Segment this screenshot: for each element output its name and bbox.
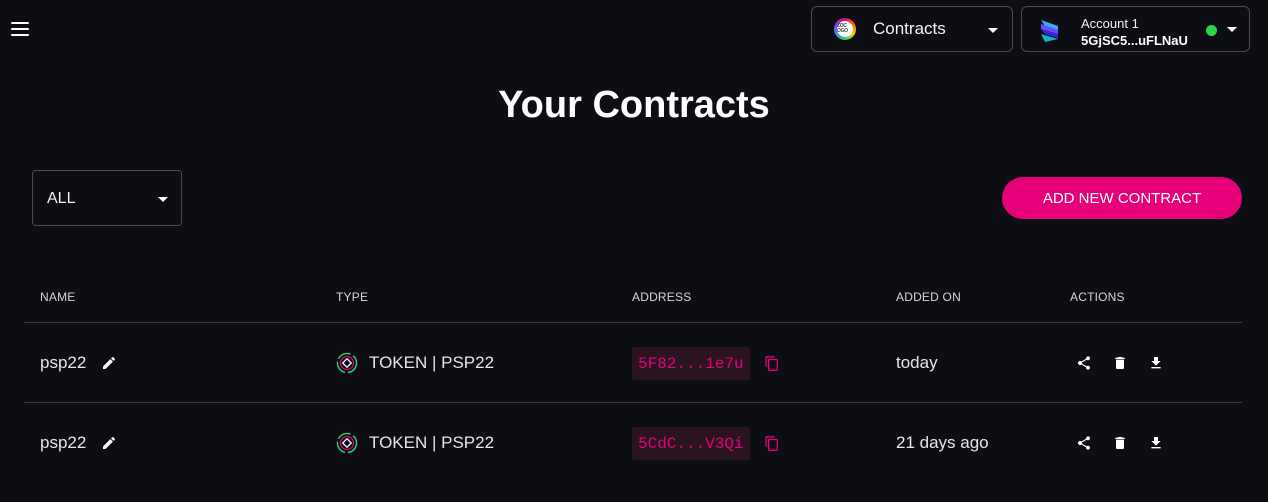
chevron-down-icon bbox=[158, 197, 168, 202]
address-text: 5F82...1e7u bbox=[638, 354, 744, 373]
account-address: 5GjSC5...uFLNaU bbox=[1081, 33, 1188, 48]
network-label: Contracts bbox=[873, 19, 946, 38]
token-type-icon bbox=[336, 352, 358, 374]
share-icon[interactable] bbox=[1076, 355, 1092, 371]
delete-icon[interactable] bbox=[1112, 355, 1128, 371]
delete-icon[interactable] bbox=[1112, 435, 1128, 451]
column-header-address: ADDRESS bbox=[632, 290, 692, 304]
network-logo: ZOC OGO bbox=[834, 18, 856, 40]
account-name: Account 1 bbox=[1081, 16, 1139, 31]
contract-type: TOKEN | PSP22 bbox=[369, 433, 495, 452]
contract-name: psp22 bbox=[40, 353, 87, 372]
menu-icon[interactable] bbox=[10, 20, 30, 38]
chevron-down-icon bbox=[988, 28, 998, 33]
table-header: NAME TYPE ADDRESS ADDED ON ACTIONS bbox=[24, 262, 1242, 323]
add-new-contract-button[interactable]: ADD NEW CONTRACT bbox=[1002, 177, 1242, 219]
contract-type: TOKEN | PSP22 bbox=[369, 353, 495, 372]
page-title: Your Contracts bbox=[498, 84, 770, 126]
contract-address: 5F82...1e7u bbox=[632, 347, 750, 380]
network-select[interactable]: ZOC OGO Contracts bbox=[811, 6, 1013, 52]
table-row: psp22 TOKEN | PSP22 5F82...1e7u today bbox=[24, 323, 1242, 403]
filter-value: ALL bbox=[47, 190, 76, 207]
address-text: 5CdC...V3Qi bbox=[638, 434, 744, 453]
copy-icon[interactable] bbox=[764, 355, 780, 372]
account-logo-icon bbox=[1041, 20, 1058, 42]
copy-icon[interactable] bbox=[764, 435, 780, 452]
added-on: 21 days ago bbox=[896, 433, 989, 452]
contract-name: psp22 bbox=[40, 433, 87, 452]
table-row: psp22 TOKEN | PSP22 5CdC...V3Qi 21 days … bbox=[24, 403, 1242, 483]
connection-status-dot bbox=[1206, 25, 1217, 36]
share-icon[interactable] bbox=[1076, 435, 1092, 451]
edit-icon[interactable] bbox=[101, 435, 117, 451]
token-type-icon bbox=[336, 432, 358, 454]
contracts-table: NAME TYPE ADDRESS ADDED ON ACTIONS psp22… bbox=[24, 262, 1242, 483]
edit-icon[interactable] bbox=[101, 355, 117, 371]
added-on: today bbox=[896, 353, 938, 372]
type-filter-select[interactable]: ALL bbox=[32, 170, 182, 226]
column-header-added-on: ADDED ON bbox=[896, 290, 961, 304]
download-icon[interactable] bbox=[1148, 435, 1164, 451]
download-icon[interactable] bbox=[1148, 355, 1164, 371]
chevron-down-icon bbox=[1227, 27, 1237, 32]
column-header-name: NAME bbox=[40, 290, 76, 304]
column-header-type: TYPE bbox=[336, 290, 369, 304]
contract-address: 5CdC...V3Qi bbox=[632, 427, 750, 460]
column-header-actions: ACTIONS bbox=[1070, 290, 1125, 304]
account-select[interactable]: Account 1 5GjSC5...uFLNaU bbox=[1021, 6, 1250, 52]
